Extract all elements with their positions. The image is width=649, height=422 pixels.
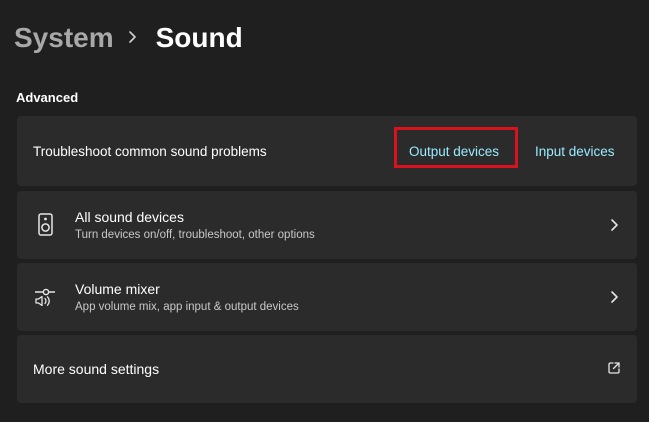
- input-devices-link[interactable]: Input devices: [535, 144, 615, 159]
- volume-mixer-subtitle: App volume mix, app input & output devic…: [75, 301, 299, 313]
- volume-mixer-title: Volume mixer: [75, 281, 160, 297]
- open-external-icon: [608, 362, 620, 374]
- settings-page: System Sound Advanced Troubleshoot commo…: [0, 0, 649, 422]
- troubleshoot-label: Troubleshoot common sound problems: [33, 144, 267, 159]
- all-sound-devices-item[interactable]: All sound devices Turn devices on/off, t…: [17, 191, 637, 259]
- breadcrumb-chevron-icon: [114, 18, 156, 58]
- output-devices-link[interactable]: Output devices: [409, 144, 499, 159]
- breadcrumb-system[interactable]: System: [14, 22, 114, 54]
- page-title: Sound: [155, 22, 243, 53]
- more-sound-settings-item[interactable]: More sound settings: [17, 335, 637, 403]
- section-title-advanced: Advanced: [16, 90, 79, 105]
- chevron-right-icon: [611, 291, 618, 303]
- speaker-icon: [38, 213, 53, 236]
- all-sound-devices-title: All sound devices: [75, 209, 184, 225]
- troubleshoot-card: Troubleshoot common sound problems Outpu…: [17, 116, 637, 186]
- all-sound-devices-subtitle: Turn devices on/off, troubleshoot, other…: [75, 229, 315, 241]
- more-sound-settings-title: More sound settings: [33, 361, 160, 377]
- breadcrumb: System Sound: [14, 18, 243, 58]
- volume-mixer-item[interactable]: Volume mixer App volume mix, app input &…: [17, 263, 637, 331]
- volume-mixer-icon: [35, 288, 55, 307]
- chevron-right-icon: [611, 219, 618, 231]
